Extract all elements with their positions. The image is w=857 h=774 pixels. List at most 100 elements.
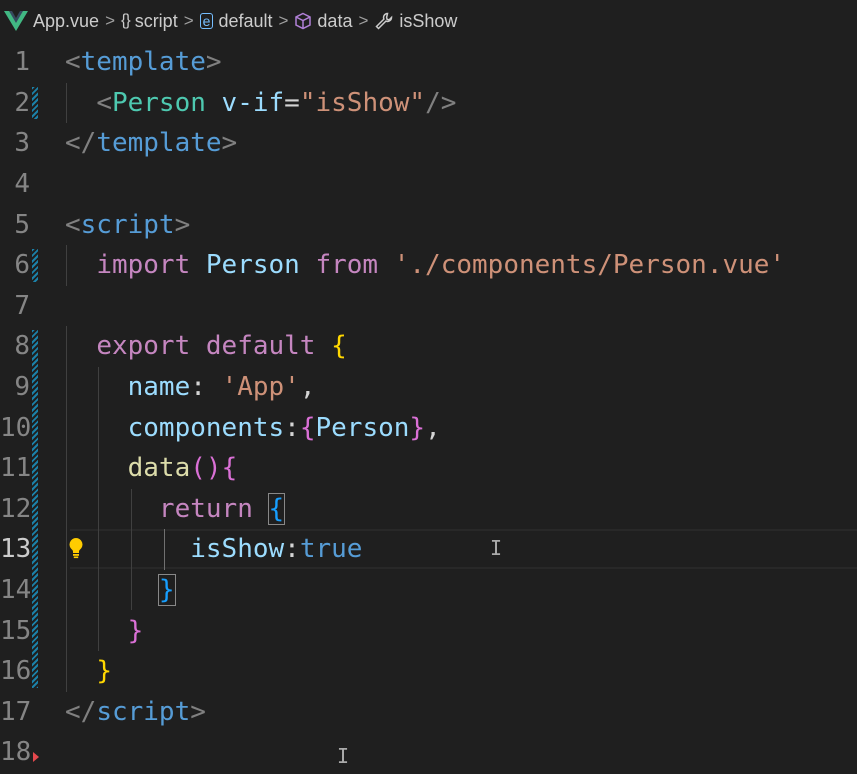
breadcrumb-separator: > <box>105 11 115 30</box>
breadcrumb-item-isshow[interactable]: isShow <box>374 11 457 32</box>
code-token: true <box>299 534 363 565</box>
code-token: : <box>190 372 222 403</box>
code-line[interactable]: 15 } <box>0 610 857 651</box>
code-text: export default { <box>65 331 347 362</box>
code-token: 'App' <box>221 372 300 403</box>
code-line[interactable]: 8 export default { <box>0 326 857 367</box>
code-token: import <box>96 250 191 281</box>
code-line[interactable]: 16 } <box>0 651 857 692</box>
breadcrumb-label: isShow <box>399 10 458 31</box>
code-token: name <box>127 372 191 403</box>
line-number: 15 <box>0 615 32 646</box>
code-text: components:{Person}, <box>65 413 441 443</box>
code-line[interactable]: 10 components:{Person}, <box>0 407 857 448</box>
code-token: : <box>284 412 300 443</box>
code-token: { <box>221 453 238 484</box>
code-text: data(){ <box>65 453 238 484</box>
code-token: } <box>409 412 426 443</box>
code-line[interactable]: 7 <box>0 286 857 327</box>
code-line[interactable]: 4 <box>0 164 857 205</box>
modified-lines-indicator[interactable] <box>32 249 38 282</box>
vue-logo-icon <box>4 11 28 31</box>
code-text: } <box>65 574 176 607</box>
code-line[interactable]: 18 <box>0 732 857 773</box>
indent-guide <box>66 245 67 286</box>
code-line[interactable]: 5 <script> <box>0 204 857 245</box>
line-number: 13 <box>0 534 32 565</box>
modified-lines-indicator[interactable] <box>32 330 38 688</box>
wrench-icon <box>374 11 394 31</box>
breadcrumb-label: default <box>218 10 273 31</box>
indent-guide <box>66 326 67 692</box>
code-line[interactable]: 6 import Person from './components/Perso… <box>0 245 857 286</box>
code-line[interactable]: 1 <template> <box>0 42 857 83</box>
breadcrumb-separator: > <box>183 11 194 30</box>
indent-guide <box>131 488 132 611</box>
folding-indicator-icon[interactable] <box>33 752 39 763</box>
code-line[interactable]: 11 data(){ <box>0 448 857 489</box>
code-token: { <box>331 331 347 362</box>
code-editor[interactable]: 1 <template> 2 <Person v-if="isShow"/> 3 </t… <box>0 42 857 774</box>
breadcrumb-item-app-vue[interactable]: App.vue > <box>4 11 121 32</box>
indent-guide <box>164 529 165 570</box>
code-text: import Person from './components/Person.… <box>65 250 785 280</box>
code-token: /> <box>425 87 457 118</box>
code-line[interactable]: 2 <Person v-if="isShow"/> <box>0 83 857 124</box>
code-token: > <box>190 696 206 727</box>
code-token: < <box>96 87 112 118</box>
code-text: <script> <box>65 210 190 240</box>
code-token: () <box>190 453 222 484</box>
modified-lines-indicator[interactable] <box>32 86 38 120</box>
code-line[interactable]: 9 name: 'App', <box>0 367 857 408</box>
code-token: </ <box>65 128 97 159</box>
line-number: 18 <box>0 737 32 768</box>
breadcrumb-item-default[interactable]: e default > <box>199 10 295 32</box>
breadcrumb-label: data <box>317 10 353 31</box>
code-text: } <box>65 656 112 686</box>
code-text: name: 'App', <box>65 372 316 402</box>
breadcrumb-item-data[interactable]: data > <box>294 11 374 32</box>
line-number: 1 <box>14 47 30 78</box>
code-token: > <box>174 209 191 240</box>
breadcrumb: App.vue > {} script > e default > data > isShow <box>0 0 857 42</box>
line-number: 10 <box>0 412 32 443</box>
code-text: </script> <box>65 697 206 727</box>
code-line[interactable]: 3 </template> <box>0 123 857 164</box>
code-text: <Person v-if="isShow"/> <box>65 88 456 118</box>
code-token: > <box>221 128 238 159</box>
code-line[interactable]: 14 } <box>0 570 857 611</box>
code-token: > <box>205 47 222 78</box>
code-line[interactable]: 12 return { <box>0 489 857 530</box>
breadcrumb-item-script[interactable]: {} script > <box>121 11 200 32</box>
code-token: script <box>96 696 191 727</box>
code-token: Person <box>205 250 300 281</box>
code-line[interactable]: 13 isShow:true <box>0 529 857 570</box>
breadcrumb-label: script <box>134 10 178 31</box>
code-token: './components/Person.vue' <box>393 250 786 281</box>
line-number: 4 <box>14 169 30 200</box>
line-number: 11 <box>0 453 32 484</box>
code-token: default <box>205 331 316 362</box>
code-token: { <box>267 492 286 525</box>
code-token: Person <box>315 412 410 443</box>
code-token: = <box>284 87 300 118</box>
code-token: "isShow" <box>299 87 426 118</box>
lightbulb-icon[interactable] <box>67 537 85 559</box>
code-line[interactable]: 17 </script> <box>0 692 857 733</box>
code-token: } <box>96 656 112 687</box>
line-number: 17 <box>0 696 32 727</box>
text-cursor-icon: I <box>337 744 350 769</box>
code-token: </ <box>65 696 97 727</box>
indent-guide <box>66 82 67 124</box>
breadcrumb-separator: > <box>278 11 289 30</box>
